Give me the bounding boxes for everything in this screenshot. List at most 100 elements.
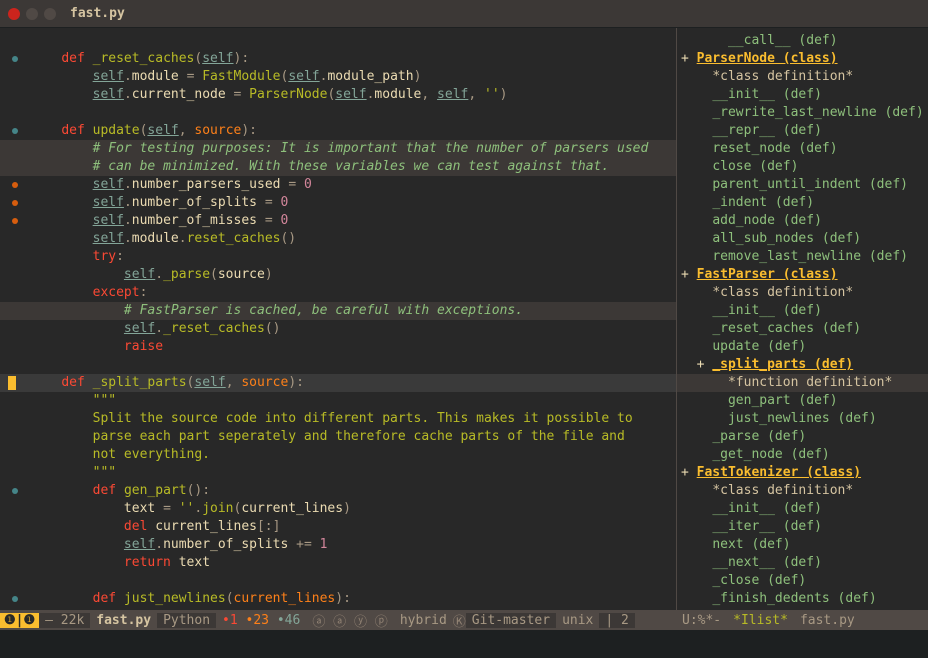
outline-item[interactable]: _get_prefix (def): [677, 608, 928, 610]
modeline-left: ❶|❶ – 22k fast.py Python •1 •23 •46 ⓐ ⓐ …: [0, 610, 676, 630]
outline-item[interactable]: *class definition*: [677, 68, 928, 86]
vcs-branch[interactable]: Git-master: [466, 613, 556, 628]
close-icon[interactable]: [8, 8, 20, 20]
code-line[interactable]: text = ''.join(current_lines): [0, 500, 676, 518]
code-line[interactable]: del current_lines[:]: [0, 518, 676, 536]
code-line[interactable]: not everything.: [0, 446, 676, 464]
code-line[interactable]: return text: [0, 554, 676, 572]
buffer-dash: –: [45, 613, 53, 628]
code-line[interactable]: def just_newlines(current_lines):: [0, 590, 676, 608]
code-line[interactable]: self.module.reset_caches(): [0, 230, 676, 248]
code-text: self.number_of_splits = 0: [30, 194, 676, 212]
outline-item[interactable]: __call__ (def): [677, 32, 928, 50]
code-line[interactable]: """: [0, 464, 676, 482]
gutter: [0, 392, 30, 410]
outline-item[interactable]: _get_node (def): [677, 446, 928, 464]
code-line[interactable]: # For testing purposes: It is important …: [0, 140, 676, 158]
code-text: def _reset_caches(self):: [30, 50, 676, 68]
outline-item[interactable]: + _split_parts (def): [677, 356, 928, 374]
outline-item[interactable]: just_newlines (def): [677, 410, 928, 428]
code-line[interactable]: Split the source code into different par…: [0, 410, 676, 428]
outline-item[interactable]: _parse (def): [677, 428, 928, 446]
flycheck-errors[interactable]: •1: [222, 613, 238, 628]
gutter: [0, 446, 30, 464]
code-line[interactable]: self._parse(source): [0, 266, 676, 284]
flycheck-warnings[interactable]: •23: [246, 613, 269, 628]
buffer-filename[interactable]: fast.py: [90, 613, 157, 628]
code-line[interactable]: [0, 32, 676, 50]
code-line[interactable]: """: [0, 392, 676, 410]
code-text: # can be minimized. With these variables…: [30, 158, 676, 176]
outline-item[interactable]: *class definition*: [677, 284, 928, 302]
code-line[interactable]: def _split_parts(self, source):: [0, 374, 676, 392]
minimize-icon[interactable]: [26, 8, 38, 20]
code-line[interactable]: [0, 572, 676, 590]
gutter: [0, 554, 30, 572]
code-line[interactable]: raise: [0, 338, 676, 356]
outline-item[interactable]: __init__ (def): [677, 302, 928, 320]
code-line[interactable]: self.number_parsers_used = 0: [0, 176, 676, 194]
outline-item[interactable]: __next__ (def): [677, 554, 928, 572]
code-line[interactable]: for line in current_lines:: [0, 608, 676, 610]
gutter: [0, 140, 30, 158]
outline-item[interactable]: _finish_dedents (def): [677, 590, 928, 608]
code-line[interactable]: self.number_of_splits += 1: [0, 536, 676, 554]
outline-item[interactable]: remove_last_newline (def): [677, 248, 928, 266]
outline-item[interactable]: + FastTokenizer (class): [677, 464, 928, 482]
outline-item[interactable]: *function definition*: [677, 374, 928, 392]
outline-item[interactable]: all_sub_nodes (def): [677, 230, 928, 248]
code-line[interactable]: self.current_node = ParserNode(self.modu…: [0, 86, 676, 104]
code-line[interactable]: self.number_of_misses = 0: [0, 212, 676, 230]
code-line[interactable]: self.module = FastModule(self.module_pat…: [0, 68, 676, 86]
gutter: [0, 536, 30, 554]
evil-state: hybrid: [394, 613, 453, 628]
flycheck-infos[interactable]: •46: [277, 613, 300, 628]
outline-item[interactable]: __init__ (def): [677, 500, 928, 518]
code-line[interactable]: parse each part seperately and therefore…: [0, 428, 676, 446]
code-text: self.current_node = ParserNode(self.modu…: [30, 86, 676, 104]
outline-item[interactable]: __iter__ (def): [677, 518, 928, 536]
code-line[interactable]: self._reset_caches(): [0, 320, 676, 338]
outline-item[interactable]: _rewrite_last_newline (def): [677, 104, 928, 122]
mode-glyph-k[interactable]: Ⓚ: [453, 611, 466, 630]
outline-item[interactable]: reset_node (def): [677, 140, 928, 158]
outline-item[interactable]: add_node (def): [677, 212, 928, 230]
code-pane[interactable]: def _reset_caches(self): self.module = F…: [0, 28, 676, 610]
code-line[interactable]: self.number_of_splits = 0: [0, 194, 676, 212]
code-line[interactable]: except:: [0, 284, 676, 302]
code-line[interactable]: try:: [0, 248, 676, 266]
code-text: parse each part seperately and therefore…: [30, 428, 676, 446]
outline-item[interactable]: update (def): [677, 338, 928, 356]
outline-item[interactable]: close (def): [677, 158, 928, 176]
code-line[interactable]: [0, 104, 676, 122]
code-text: self.number_of_misses = 0: [30, 212, 676, 230]
major-mode[interactable]: Python: [157, 613, 216, 628]
code-line[interactable]: def update(self, source):: [0, 122, 676, 140]
outline-item[interactable]: + ParserNode (class): [677, 50, 928, 68]
outline-item[interactable]: parent_until_indent (def): [677, 176, 928, 194]
outline-item[interactable]: gen_part (def): [677, 392, 928, 410]
outline-item[interactable]: __repr__ (def): [677, 122, 928, 140]
outline-item[interactable]: next (def): [677, 536, 928, 554]
code-text: """: [30, 392, 676, 410]
ilist-buffer-name[interactable]: *Ilist*: [727, 613, 794, 628]
outline-item[interactable]: _indent (def): [677, 194, 928, 212]
minibuffer[interactable]: [0, 630, 928, 658]
outline-item[interactable]: _reset_caches (def): [677, 320, 928, 338]
outline-pane[interactable]: __call__ (def)+ ParserNode (class) *clas…: [676, 28, 928, 610]
outline-item[interactable]: _close (def): [677, 572, 928, 590]
code-line[interactable]: def gen_part():: [0, 482, 676, 500]
gutter: [0, 518, 30, 536]
outline-item[interactable]: __init__ (def): [677, 86, 928, 104]
code-line[interactable]: # can be minimized. With these variables…: [0, 158, 676, 176]
code-line[interactable]: # FastParser is cached, be careful with …: [0, 302, 676, 320]
maximize-icon[interactable]: [44, 8, 56, 20]
minor-mode-glyphs[interactable]: ⓐ ⓐ ⓨ ⓟ: [306, 611, 393, 630]
outline-item[interactable]: + FastParser (class): [677, 266, 928, 284]
code-line[interactable]: def _reset_caches(self):: [0, 50, 676, 68]
outline-item[interactable]: *class definition*: [677, 482, 928, 500]
code-text: def gen_part():: [30, 482, 676, 500]
line-number: 2: [621, 613, 629, 628]
code-line[interactable]: [0, 356, 676, 374]
flycheck-badge[interactable]: ❶|❶: [0, 613, 39, 628]
